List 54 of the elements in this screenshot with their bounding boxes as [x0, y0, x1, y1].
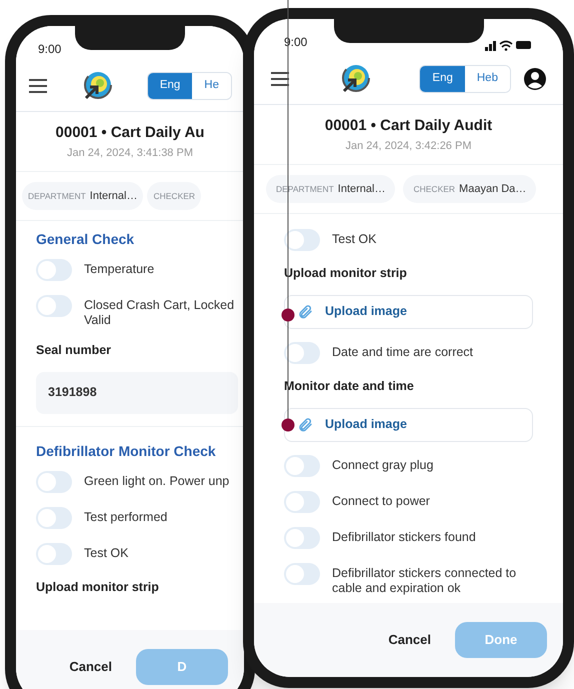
upload-image-button[interactable]: Upload image — [284, 408, 533, 442]
profile-icon[interactable] — [522, 66, 547, 90]
chip-label: CHECKER — [413, 182, 456, 196]
toggle-label: Test OK — [332, 231, 376, 247]
status-icons — [485, 39, 533, 51]
chip-label: CHECKER — [153, 190, 196, 202]
toggle-switch[interactable] — [36, 506, 72, 529]
toggle-switch[interactable] — [284, 490, 320, 512]
toggle-label: Connect gray plug — [332, 456, 434, 472]
toggle-label: Test performed — [84, 508, 168, 525]
toggle-label: Green light on. Power unp — [84, 472, 230, 489]
chip-value: Maayan Da… — [459, 182, 526, 197]
status-time: 9:00 — [38, 41, 62, 58]
section-heading: Defibrillator Monitor Check — [36, 442, 217, 461]
section-heading: General Check — [36, 230, 136, 249]
marker-dot — [282, 308, 294, 322]
field-label: Upload monitor strip — [36, 578, 160, 596]
audit-title: 00001 • Cart Daily Au — [56, 123, 204, 143]
logo-icon — [82, 70, 112, 100]
toggle-switch[interactable] — [284, 229, 320, 251]
language-tab[interactable]: Eng — [148, 72, 192, 98]
upload-image-button[interactable]: Upload image — [284, 294, 533, 329]
toggle-switch[interactable] — [284, 526, 320, 548]
menu-icon[interactable] — [270, 70, 290, 86]
chip-value: Internal… — [338, 182, 386, 197]
toggle-switch[interactable] — [36, 470, 72, 493]
toggle-switch[interactable] — [36, 295, 72, 317]
toggle-label: Date and time are correct — [332, 344, 474, 360]
toggle-switch[interactable] — [284, 562, 320, 584]
field-label: Seal number — [36, 342, 112, 359]
chip-value: Internal… — [90, 188, 138, 204]
toggle-label: Temperature — [84, 261, 154, 277]
audit-title: 00001 • Cart Daily Audit — [324, 116, 492, 136]
paperclip-icon — [297, 304, 313, 320]
toggle-label: Closed Crash Cart, Locked Valid — [84, 297, 234, 328]
language-tab[interactable]: Eng — [420, 66, 465, 92]
toggle-switch[interactable] — [284, 342, 320, 364]
chip-label: DEPARTMENT — [28, 190, 86, 202]
audit-timestamp: Jan 24, 2024, 3:41:38 PM — [67, 146, 193, 160]
toggle-label: Connect to power — [332, 492, 430, 508]
toggle-switch[interactable] — [36, 259, 72, 281]
input-field[interactable]: 3191898 — [36, 372, 238, 414]
cancel-button[interactable]: Cancel — [69, 657, 112, 677]
toggle-label: Defibrillator stickers connected to cable and expiration ok — [332, 564, 518, 596]
audit-timestamp: Jan 24, 2024, 3:42:26 PM — [346, 138, 472, 154]
toggle-label: Defibrillator stickers found — [332, 528, 476, 544]
paperclip-icon — [297, 416, 313, 432]
toggle-switch[interactable] — [36, 542, 72, 565]
toggle-label: Test OK — [84, 544, 128, 561]
toggle-switch[interactable] — [284, 454, 320, 476]
logo-icon — [340, 64, 370, 94]
marker-dot — [282, 418, 294, 432]
menu-icon[interactable] — [28, 78, 48, 94]
cancel-button[interactable]: Cancel — [388, 630, 431, 650]
